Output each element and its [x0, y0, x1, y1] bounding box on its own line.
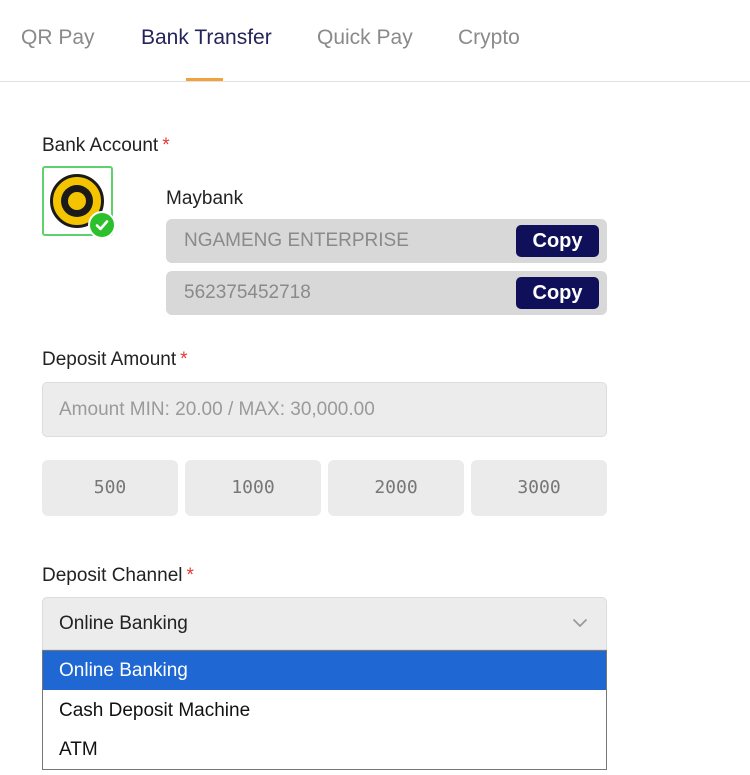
bank-name: Maybank	[166, 188, 244, 209]
payment-method-tabs: QR Pay Bank Transfer Quick Pay Crypto	[0, 0, 750, 82]
required-mark: *	[180, 349, 188, 370]
copy-account-name-button[interactable]: Copy	[516, 225, 599, 257]
check-circle-icon	[88, 211, 116, 239]
bank-account-label-text: Bank Account	[42, 135, 159, 156]
quick-amount-3000[interactable]: 3000	[471, 460, 607, 516]
account-number-field: 562375452718 Copy	[166, 271, 607, 315]
quick-amount-2000[interactable]: 2000	[328, 460, 464, 516]
option-cash-deposit-machine[interactable]: Cash Deposit Machine	[43, 691, 606, 730]
bank-account-label: Bank Account *	[42, 135, 170, 157]
required-mark: *	[186, 565, 194, 586]
tab-qr-pay[interactable]: QR Pay	[21, 26, 95, 50]
option-online-banking[interactable]: Online Banking	[43, 651, 606, 690]
deposit-channel-select[interactable]: Online Banking	[42, 597, 607, 650]
account-name-value: NGAMENG ENTERPRISE	[184, 230, 409, 251]
quick-amount-500[interactable]: 500	[42, 460, 178, 516]
deposit-channel-selected-value: Online Banking	[59, 613, 188, 634]
account-number-value: 562375452718	[184, 282, 311, 303]
tab-crypto[interactable]: Crypto	[458, 26, 520, 50]
option-atm[interactable]: ATM	[43, 730, 606, 769]
deposit-channel-dropdown: Online Banking Cash Deposit Machine ATM	[42, 650, 607, 770]
copy-account-number-button[interactable]: Copy	[516, 277, 599, 309]
chevron-down-icon	[573, 619, 587, 627]
deposit-amount-label-text: Deposit Amount	[42, 349, 177, 370]
account-name-field: NGAMENG ENTERPRISE Copy	[166, 219, 607, 263]
deposit-channel-label: Deposit Channel *	[42, 565, 194, 587]
deposit-channel-label-text: Deposit Channel	[42, 565, 183, 586]
tab-bank-transfer[interactable]: Bank Transfer	[141, 26, 272, 50]
active-tab-indicator	[186, 78, 223, 81]
tab-quick-pay[interactable]: Quick Pay	[317, 26, 413, 50]
deposit-amount-input[interactable]: Amount MIN: 20.00 / MAX: 30,000.00	[42, 382, 607, 437]
deposit-amount-label: Deposit Amount *	[42, 349, 188, 371]
quick-amount-1000[interactable]: 1000	[185, 460, 321, 516]
required-mark: *	[162, 135, 170, 156]
